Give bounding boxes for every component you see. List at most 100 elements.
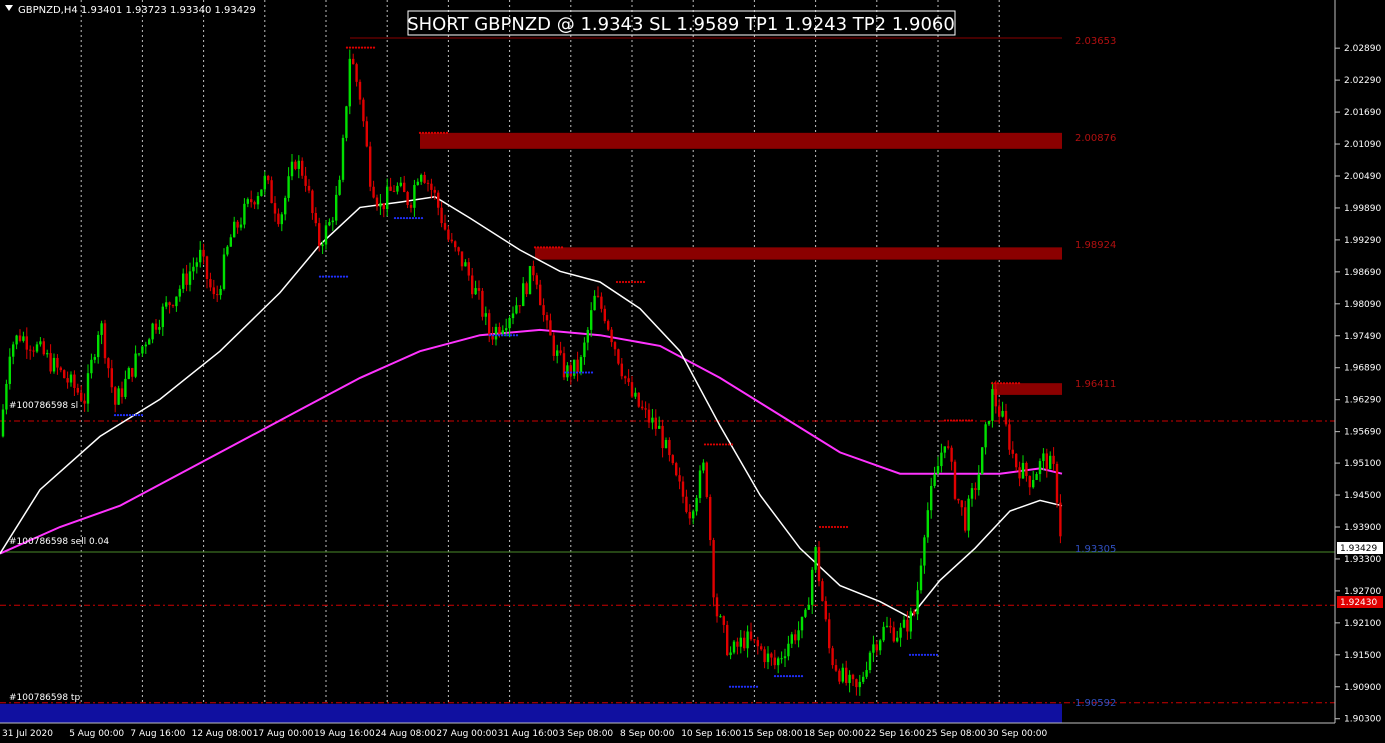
candle-body	[205, 256, 209, 279]
candle-body	[321, 244, 324, 247]
trade-headline: SHORT GBPNZD @ 1.9343 SL 1.9589 TP1 1.92…	[407, 14, 955, 35]
candle-body	[977, 474, 980, 491]
candle-body	[620, 363, 623, 377]
candle-body	[297, 160, 300, 169]
price-tick-label: 1.92700	[1344, 587, 1381, 597]
candle-body	[549, 320, 552, 336]
fractal-dot	[949, 419, 953, 422]
price-tick-label: 2.02890	[1344, 44, 1381, 54]
fractal-dot	[554, 246, 558, 249]
candle-body	[651, 417, 654, 423]
candle-body	[868, 652, 872, 671]
candle-body	[284, 197, 287, 215]
fractal-dot	[445, 131, 449, 134]
fractal-dot	[430, 131, 434, 134]
chart-window[interactable]: 31 Jul 2020 5 Aug 00:00 7 Aug 16:00 12 Aug …	[0, 0, 1385, 743]
price-tick-label: 1.92100	[1344, 619, 1381, 629]
candle-body	[1049, 455, 1052, 470]
candle-body	[552, 335, 555, 356]
candle-body	[73, 374, 76, 388]
fractal-dot	[566, 371, 570, 374]
candle-body	[29, 349, 32, 351]
fractal-dot	[113, 414, 117, 417]
candle-body	[328, 222, 331, 226]
fractal-dot	[442, 131, 446, 134]
fractal-dot	[839, 525, 843, 529]
candle-body	[280, 214, 283, 225]
candle-body	[267, 175, 270, 181]
fractal-dot	[411, 216, 415, 220]
candle-body	[960, 500, 963, 508]
candle-body	[165, 302, 168, 307]
current-price-label: 1.93429	[1340, 544, 1377, 554]
candle-body	[498, 326, 501, 334]
candle-body	[634, 392, 637, 397]
candle-body	[120, 388, 124, 397]
candle-body	[773, 657, 776, 666]
candle-body	[906, 619, 909, 632]
fractal-dot	[119, 414, 123, 417]
candle-body	[148, 339, 151, 345]
candle-body	[562, 353, 566, 378]
time-tick-label: 31 Aug 16:00	[498, 729, 559, 739]
candle-body	[464, 262, 467, 267]
candle-body	[933, 474, 936, 486]
fractal-dot	[369, 46, 373, 49]
fractal-dot	[639, 280, 643, 284]
fractal-dot	[791, 675, 795, 678]
candle-body	[56, 357, 59, 368]
candle-body	[420, 174, 423, 182]
fractal-dot	[417, 216, 421, 220]
candle-body	[52, 357, 56, 372]
candle-body	[460, 251, 464, 267]
zone-label-5: 1.90592	[1075, 698, 1116, 709]
candle-body	[535, 275, 538, 285]
candle-body	[1001, 410, 1004, 417]
fractal-dot	[578, 371, 582, 374]
candle-body	[556, 350, 559, 356]
zone-label-1: 2.03653	[1075, 36, 1116, 47]
candle-body	[896, 637, 899, 642]
candle-body	[661, 425, 664, 449]
candle-body	[834, 665, 838, 671]
fractal-dot	[488, 334, 492, 337]
fractal-dot	[336, 275, 340, 278]
supply-zone	[420, 132, 1062, 149]
fractal-dot	[633, 280, 637, 284]
fractal-dot	[333, 275, 337, 278]
time-tick-label: 18 Sep 00:00	[804, 729, 864, 739]
candlestick-chart[interactable]: 31 Jul 2020 5 Aug 00:00 7 Aug 16:00 12 Aug …	[0, 0, 1385, 743]
candle-body	[141, 346, 144, 354]
candle-body	[855, 679, 858, 688]
candle-body	[532, 266, 535, 276]
candle-body	[763, 649, 766, 663]
fractal-dot	[587, 371, 591, 374]
candle-body	[192, 266, 195, 272]
price-tick-label: 1.99890	[1344, 204, 1381, 214]
candle-body	[814, 547, 817, 570]
candle-body	[705, 462, 708, 497]
price-tick-label: 1.99290	[1344, 236, 1381, 246]
candle-body	[171, 305, 175, 307]
candle-body	[273, 203, 277, 214]
candle-body	[566, 365, 569, 378]
fractal-dot	[497, 334, 501, 337]
fractal-dot	[494, 334, 498, 337]
candle-body	[426, 182, 430, 184]
candle-body	[22, 336, 25, 341]
candle-body	[712, 540, 715, 598]
fractal-dot	[833, 525, 837, 529]
candle-body	[229, 237, 232, 247]
candle-body	[1004, 410, 1008, 425]
candle-body	[12, 344, 15, 357]
candle-body	[134, 353, 137, 377]
candle-body	[892, 627, 895, 642]
candle-body	[379, 203, 382, 207]
sell-order-label: #100786598 sell 0.04	[9, 537, 109, 547]
supply-zone	[992, 383, 1062, 395]
fractal-dot	[116, 414, 120, 417]
candle-body	[627, 378, 630, 383]
fractal-dot	[542, 246, 546, 249]
fractal-dot	[363, 46, 367, 49]
candle-body	[318, 223, 321, 247]
